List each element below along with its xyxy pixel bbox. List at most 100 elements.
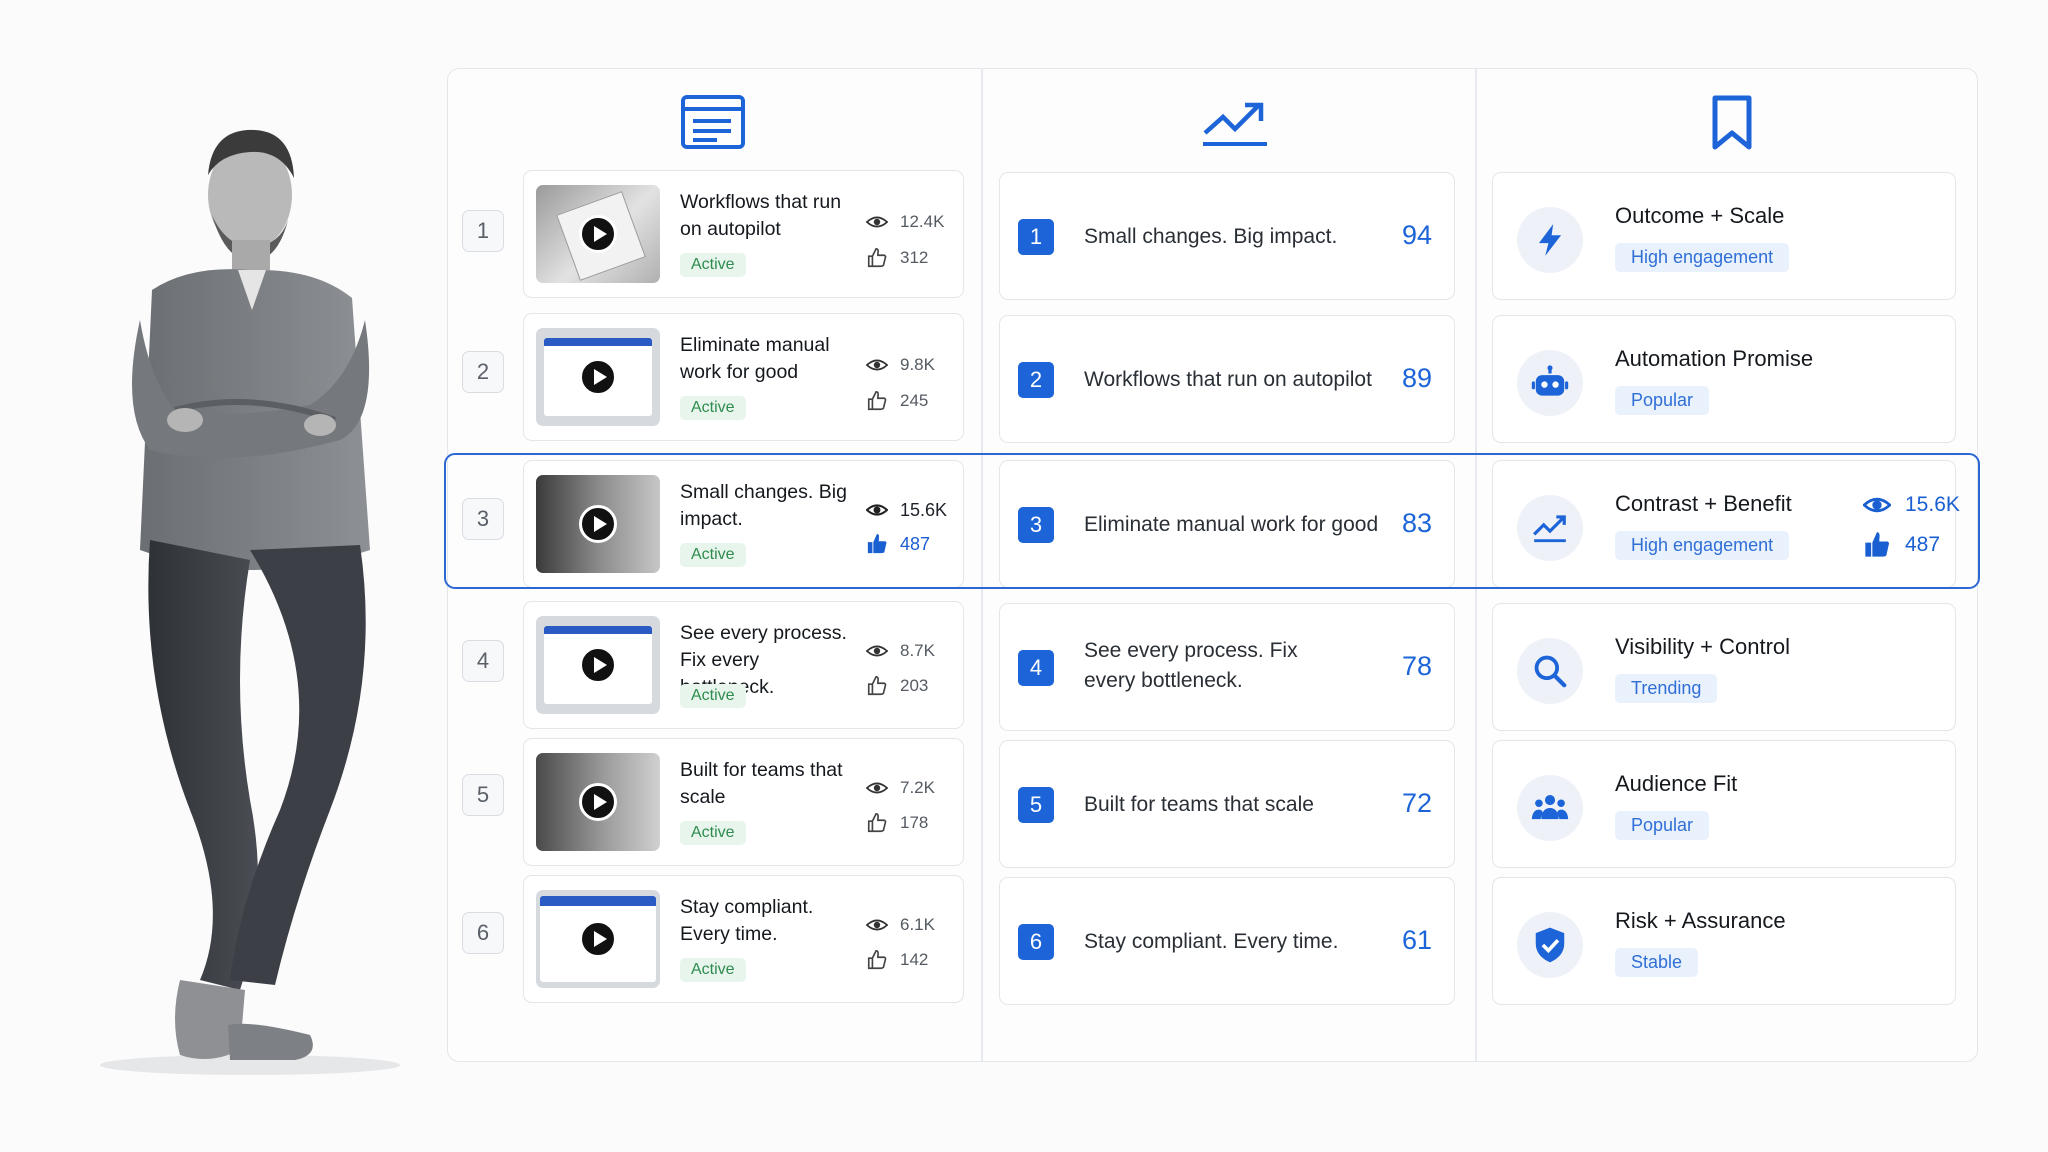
ranking-text: Small changes. Big impact. xyxy=(1084,225,1338,248)
video-card[interactable]: Built for teams that scale Active 7.2K 1… xyxy=(523,738,964,866)
row-number: 5 xyxy=(462,774,504,816)
play-icon[interactable] xyxy=(579,358,617,396)
bookmark-icon xyxy=(1710,94,1754,152)
ranking-score: 61 xyxy=(1401,925,1432,955)
ranking-score: 94 xyxy=(1401,220,1432,250)
theme-title: Outcome + Scale xyxy=(1615,203,1785,228)
rank-number: 4 xyxy=(1018,650,1054,686)
row-number: 1 xyxy=(462,210,504,252)
ranking-text: Stay compliant. Every time. xyxy=(1084,930,1339,953)
thumbs-up-icon xyxy=(867,813,887,833)
play-icon[interactable] xyxy=(579,920,617,958)
video-card[interactable]: See every process. Fix every bottleneck.… xyxy=(523,601,964,729)
video-thumbnail[interactable] xyxy=(536,753,660,851)
ranking-card[interactable]: 1 Small changes. Big impact. 94 xyxy=(999,172,1455,300)
row-number: 6 xyxy=(462,912,504,954)
ranking-card[interactable]: 5 Built for teams that scale 72 xyxy=(999,740,1455,868)
video-title: Workflows that run on autopilot xyxy=(680,191,842,240)
status-badge: Active xyxy=(680,543,746,567)
rank-number: 6 xyxy=(1018,924,1054,960)
ranking-card[interactable]: 3 Eliminate manual work for good 83 xyxy=(999,460,1455,588)
thumbs-up-icon xyxy=(867,391,887,411)
ranking-text: Built for teams that scale xyxy=(1084,793,1314,816)
article-icon xyxy=(680,94,746,150)
video-thumbnail[interactable] xyxy=(536,185,660,283)
row-number: 2 xyxy=(462,351,504,393)
views-stat: 15.6K xyxy=(866,499,947,521)
theme-title: Visibility + Control xyxy=(1615,634,1791,659)
ranking-text: Workflows that run on autopilot xyxy=(1084,368,1372,391)
video-card[interactable]: Eliminate manual work for good Active 9.… xyxy=(523,313,964,441)
views-count: 7.2K xyxy=(900,778,935,797)
theme-title: Contrast + Benefit xyxy=(1615,491,1792,516)
theme-card[interactable]: Risk + Assurance Stable xyxy=(1492,877,1956,1005)
video-card[interactable]: Workflows that run on autopilot Active 1… xyxy=(523,170,964,298)
likes-stat: 487 xyxy=(1863,531,1940,559)
eye-icon xyxy=(866,216,888,228)
rank-number: 2 xyxy=(1018,362,1054,398)
video-card[interactable]: Small changes. Big impact. Active 15.6K … xyxy=(523,460,964,588)
eye-icon xyxy=(866,645,888,657)
ranking-text: Eliminate manual work for good xyxy=(1084,513,1379,536)
video-thumbnail[interactable] xyxy=(536,890,660,988)
row-number: 4 xyxy=(462,640,504,682)
likes-stat: 487 xyxy=(866,533,930,555)
likes-count: 487 xyxy=(900,533,931,554)
status-badge: Active xyxy=(680,253,746,277)
play-icon[interactable] xyxy=(579,505,617,543)
likes-count: 487 xyxy=(1905,533,1941,556)
theme-card[interactable]: Outcome + Scale High engagement xyxy=(1492,172,1956,300)
video-thumbnail[interactable] xyxy=(536,616,660,714)
views-stat: 15.6K xyxy=(1863,491,1960,519)
eye-icon xyxy=(866,504,888,516)
status-badge: Active xyxy=(680,396,746,420)
theme-card[interactable]: Audience Fit Popular xyxy=(1492,740,1956,868)
ranking-card[interactable]: 6 Stay compliant. Every time. 61 xyxy=(999,877,1455,1005)
trending-up-icon xyxy=(1517,495,1583,561)
lightning-icon xyxy=(1517,207,1583,273)
likes-count: 312 xyxy=(900,248,929,267)
column-divider xyxy=(1475,68,1477,1062)
ranking-text: See every process. Fix every bottleneck. xyxy=(1084,639,1298,692)
video-thumbnail[interactable] xyxy=(536,328,660,426)
eye-icon xyxy=(866,919,888,931)
eye-icon xyxy=(866,782,888,794)
views-stat: 7.2K xyxy=(866,777,935,799)
video-card[interactable]: Stay compliant. Every time. Active 6.1K … xyxy=(523,875,964,1003)
video-title: Eliminate manual work for good xyxy=(680,334,830,383)
theme-card[interactable]: Automation Promise Popular xyxy=(1492,315,1956,443)
people-icon xyxy=(1517,775,1583,841)
row-number: 3 xyxy=(462,498,504,540)
views-count: 15.6K xyxy=(1905,493,1960,516)
play-icon[interactable] xyxy=(579,783,617,821)
robot-icon xyxy=(1517,350,1583,416)
video-thumbnail[interactable] xyxy=(536,475,660,573)
theme-badge: High engagement xyxy=(1615,531,1790,560)
views-stat: 12.4K xyxy=(866,211,944,233)
ranking-score: 72 xyxy=(1401,788,1432,818)
views-count: 15.6K xyxy=(900,499,948,520)
ranking-card[interactable]: 2 Workflows that run on autopilot 89 xyxy=(999,315,1455,443)
thumbs-up-icon xyxy=(1865,532,1890,557)
video-title: Small changes. Big impact. xyxy=(680,481,847,530)
theme-card[interactable]: Visibility + Control Trending xyxy=(1492,603,1956,731)
video-title: Built for teams that scale xyxy=(680,759,843,808)
thumbs-up-icon xyxy=(867,533,887,554)
thumbs-up-icon xyxy=(867,950,887,970)
likes-count: 245 xyxy=(900,391,929,410)
theme-badge: Popular xyxy=(1615,811,1710,840)
likes-stat: 312 xyxy=(866,247,928,269)
video-title: Stay compliant. Every time. xyxy=(680,896,814,945)
theme-card[interactable]: Contrast + Benefit High engagement 15.6K… xyxy=(1492,460,1960,588)
ranking-card[interactable]: 4 See every process. Fix every bottlenec… xyxy=(999,603,1455,731)
play-icon[interactable] xyxy=(579,646,617,684)
theme-title: Audience Fit xyxy=(1615,771,1738,796)
canvas: 1 Workflows that run on autopilot Active… xyxy=(0,0,2048,1152)
views-stat: 9.8K xyxy=(866,354,935,376)
likes-stat: 142 xyxy=(866,949,928,971)
theme-title: Risk + Assurance xyxy=(1615,908,1786,933)
play-icon[interactable] xyxy=(579,215,617,253)
rank-number: 1 xyxy=(1018,219,1054,255)
person-illustration xyxy=(100,129,400,1075)
search-icon xyxy=(1517,638,1583,704)
